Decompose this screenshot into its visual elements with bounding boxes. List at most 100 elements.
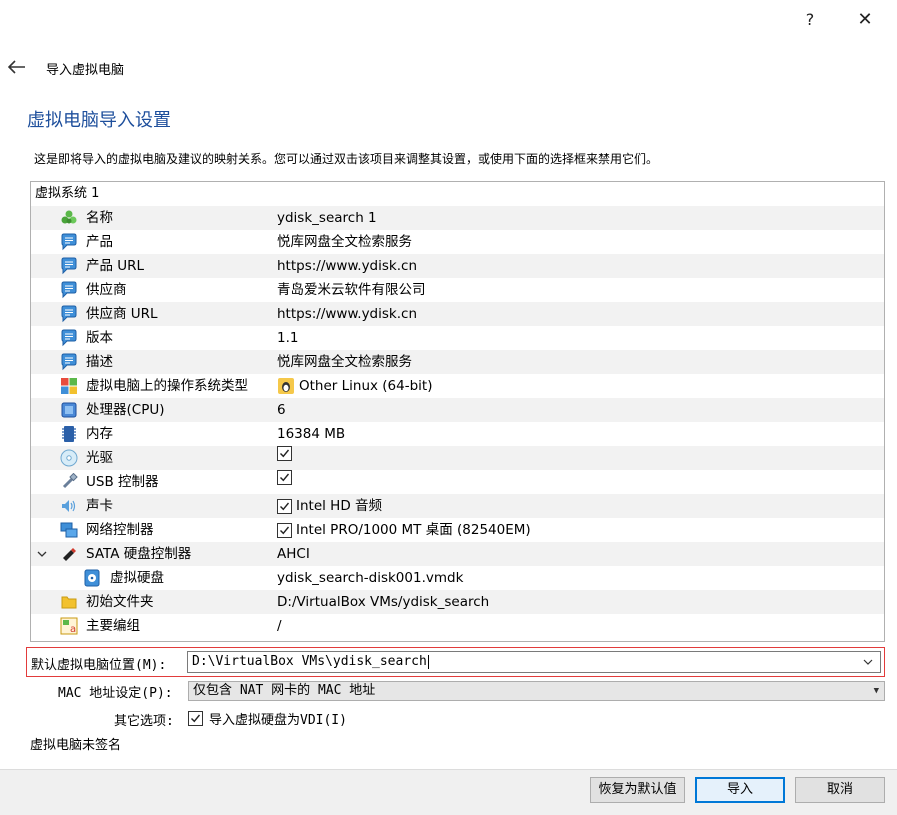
tree-row-value[interactable] <box>277 470 296 485</box>
tree-row-value-text: 6 <box>277 402 286 418</box>
tree-root-virtual-system[interactable]: 虚拟系统 1 <box>31 182 884 206</box>
tree-row[interactable]: 版本 1.1 <box>31 326 884 350</box>
tree-row[interactable]: 产品 悦库网盘全文检索服务 <box>31 230 884 254</box>
tree-row[interactable]: 声卡 Intel HD 音频 <box>31 494 884 518</box>
import-button[interactable]: 导入 <box>695 777 785 803</box>
tree-row-value-text: 青岛爱米云软件有限公司 <box>277 282 426 298</box>
tree-row-label: 描述 <box>86 354 113 370</box>
back-arrow-icon[interactable] <box>7 59 32 78</box>
default-location-label: 默认虚拟电脑位置(M): <box>31 658 167 673</box>
tree-row-label: 虚拟硬盘 <box>110 570 164 586</box>
tree-row-label: 版本 <box>86 330 113 346</box>
close-button[interactable]: ✕ <box>850 6 880 34</box>
description-bubble-icon <box>60 329 78 347</box>
tree-row-value-text: 悦库网盘全文检索服务 <box>277 234 412 250</box>
tree-row-label: 供应商 URL <box>86 306 158 322</box>
cpu-icon <box>60 401 78 419</box>
tree-row-value[interactable]: Other Linux (64-bit) <box>277 374 432 398</box>
tree-row[interactable]: 虚拟硬盘 ydisk_search-disk001.vmdk <box>31 566 884 590</box>
enable-checkbox[interactable] <box>277 498 292 514</box>
tree-row-value[interactable]: 6 <box>277 398 286 422</box>
tree-row-value[interactable] <box>277 446 296 461</box>
tree-row[interactable]: SATA 硬盘控制器 AHCI <box>31 542 884 566</box>
tree-row-value[interactable]: D:/VirtualBox VMs/ydisk_search <box>277 590 489 614</box>
folder-icon <box>60 593 78 611</box>
chevron-down-icon[interactable] <box>862 652 874 679</box>
tree-row-value[interactable]: 悦库网盘全文检索服务 <box>277 230 412 254</box>
tree-row-label: 主要编组 <box>86 618 140 634</box>
tree-row[interactable]: 供应商 URL https://www.ydisk.cn <box>31 302 884 326</box>
os-type-icon <box>60 377 78 395</box>
tree-row[interactable]: 内存 16384 MB <box>31 422 884 446</box>
usb-icon <box>60 472 78 491</box>
dropdown-triangle-icon: ▼ <box>873 686 879 696</box>
virtual-disk-icon <box>83 569 101 587</box>
tree-row[interactable]: 初始文件夹 D:/VirtualBox VMs/ydisk_search <box>31 590 884 614</box>
guest-linux-icon <box>277 377 295 395</box>
tree-row[interactable]: 网络控制器 Intel PRO/1000 MT 桌面 (82540EM) <box>31 518 884 542</box>
wizard-header: 导入虚拟电脑 <box>7 56 124 80</box>
tree-row[interactable]: 光驱 <box>31 446 884 470</box>
tree-row-label: 网络控制器 <box>86 522 154 538</box>
tree-row[interactable]: 产品 URL https://www.ydisk.cn <box>31 254 884 278</box>
tree-row-value[interactable]: https://www.ydisk.cn <box>277 302 417 326</box>
enable-checkbox[interactable] <box>277 522 292 538</box>
tree-row-label: 虚拟电脑上的操作系统类型 <box>86 378 248 394</box>
tree-row-label: USB 控制器 <box>86 474 159 490</box>
tree-row-value-text: Intel PRO/1000 MT 桌面 (82540EM) <box>296 522 531 538</box>
default-location-value: D:\VirtualBox VMs\ydisk_search <box>192 654 427 669</box>
ram-icon <box>60 425 78 443</box>
tree-row-value-text: AHCI <box>277 546 310 562</box>
sata-controller-icon <box>60 545 78 563</box>
tree-row-value[interactable]: ydisk_search-disk001.vmdk <box>277 566 463 590</box>
tree-row-value[interactable]: https://www.ydisk.cn <box>277 254 417 278</box>
mac-policy-select[interactable]: 仅包含 NAT 网卡的 MAC 地址 ▼ <box>188 681 885 701</box>
window-titlebar: ? ✕ <box>0 0 897 40</box>
tree-row[interactable]: 供应商 青岛爱米云软件有限公司 <box>31 278 884 302</box>
mac-policy-value: 仅包含 NAT 网卡的 MAC 地址 <box>193 683 376 698</box>
cancel-button[interactable]: 取消 <box>795 777 885 803</box>
tree-row-value[interactable]: 1.1 <box>277 326 298 350</box>
tree-row[interactable]: 虚拟电脑上的操作系统类型 Other Linux (64-bit) <box>31 374 884 398</box>
help-button[interactable]: ? <box>795 6 825 34</box>
page-heading: 虚拟电脑导入设置 <box>27 110 171 131</box>
tree-row-value-text: ydisk_search 1 <box>277 210 377 226</box>
tree-row-value-text: 1.1 <box>277 330 299 346</box>
svg-text:a: a <box>70 624 76 635</box>
tree-row-label: 声卡 <box>86 498 113 514</box>
enable-checkbox[interactable] <box>277 470 292 485</box>
tree-row[interactable]: 名称 ydisk_search 1 <box>31 206 884 230</box>
tree-row-value[interactable]: 16384 MB <box>277 422 345 446</box>
tree-row-value[interactable]: / <box>277 614 282 638</box>
default-location-combobox[interactable]: D:\VirtualBox VMs\ydisk_search <box>187 651 881 673</box>
tree-row-value[interactable]: 悦库网盘全文检索服务 <box>277 350 412 374</box>
tree-row-value-text: 16384 MB <box>277 426 346 442</box>
import-as-vdi-checkbox[interactable] <box>188 711 203 726</box>
tree-row-label: 初始文件夹 <box>86 594 154 610</box>
enable-checkbox[interactable] <box>277 446 292 461</box>
import-as-vdi-option[interactable]: 导入虚拟硬盘为VDI(I) <box>188 709 347 728</box>
tree-row-value-text: Intel HD 音频 <box>296 498 383 514</box>
restore-defaults-button[interactable]: 恢复为默认值 <box>590 777 685 803</box>
tree-row-value[interactable]: ydisk_search 1 <box>277 206 377 230</box>
description-bubble-icon <box>60 281 78 299</box>
sound-card-icon <box>60 497 78 515</box>
tree-row[interactable]: 处理器(CPU) 6 <box>31 398 884 422</box>
tree-row-value-text: ydisk_search-disk001.vmdk <box>277 570 464 586</box>
tree-row-label: 产品 URL <box>86 258 145 274</box>
tree-row-value[interactable]: AHCI <box>277 542 310 566</box>
tree-row-value[interactable]: Intel HD 音频 <box>277 494 382 518</box>
tree-row-label: 产品 <box>86 234 113 250</box>
name-puzzle-icon <box>60 209 78 227</box>
tree-row-value[interactable]: Intel PRO/1000 MT 桌面 (82540EM) <box>277 518 531 542</box>
appliance-settings-tree[interactable]: 虚拟系统 1 名称 ydisk_search 1 产品 悦库网盘全文检索服务 产品 UR… <box>30 181 885 642</box>
group-icon: a <box>60 617 78 635</box>
tree-row[interactable]: USB 控制器 <box>31 470 884 494</box>
tree-row-value[interactable]: 青岛爱米云软件有限公司 <box>277 278 426 302</box>
tree-row-value-text: Other Linux (64-bit) <box>299 378 433 394</box>
page-description: 这是即将导入的虚拟电脑及建议的映射关系。您可以通过双击该项目来调整其设置，或使用… <box>34 152 659 166</box>
unsigned-notice: 虚拟电脑未签名 <box>30 738 122 753</box>
import-as-vdi-label: 导入虚拟硬盘为VDI(I) <box>209 713 347 728</box>
tree-row[interactable]: 描述 悦库网盘全文检索服务 <box>31 350 884 374</box>
tree-row[interactable]: a 主要编组 / <box>31 614 884 638</box>
